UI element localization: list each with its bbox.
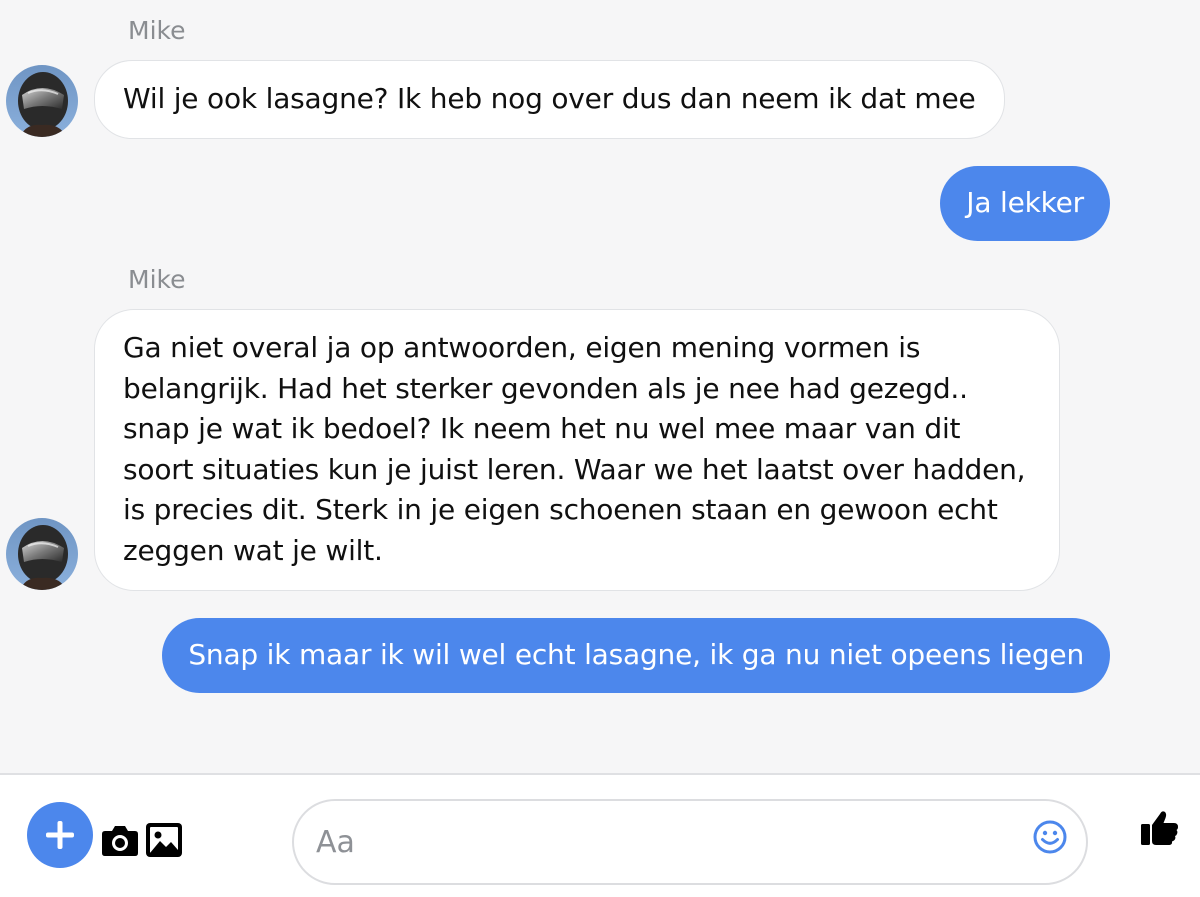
messenger-window: Mike Wil je ook lasagne? Ik heb nog over… <box>0 0 1200 897</box>
image-icon <box>146 823 182 857</box>
message-text: Ga niet overal ja op antwoorden, eigen m… <box>123 331 1026 567</box>
outgoing-message-bubble: Ja lekker <box>940 166 1110 241</box>
incoming-message-bubble: Ga niet overal ja op antwoorden, eigen m… <box>94 309 1060 591</box>
emoji-button[interactable] <box>1032 819 1068 855</box>
like-button[interactable] <box>1140 809 1180 851</box>
avatar[interactable] <box>6 518 78 590</box>
avatar-photo <box>6 65 78 137</box>
avatar[interactable] <box>6 65 78 137</box>
message-text: Wil je ook lasagne? Ik heb nog over dus … <box>123 82 976 115</box>
camera-icon <box>102 826 138 856</box>
emoji-icon <box>1033 820 1067 854</box>
composer-bar <box>0 773 1200 897</box>
thumbs-up-icon <box>1141 811 1178 845</box>
outgoing-message-bubble: Snap ik maar ik wil wel echt lasagne, ik… <box>162 618 1110 693</box>
plus-icon <box>46 821 74 849</box>
sender-name: Mike <box>128 265 186 294</box>
incoming-message-bubble: Wil je ook lasagne? Ik heb nog over dus … <box>94 60 1005 139</box>
message-text: Snap ik maar ik wil wel echt lasagne, ik… <box>188 638 1084 671</box>
avatar-photo <box>6 518 78 590</box>
message-input-box[interactable] <box>292 799 1088 885</box>
message-text: Ja lekker <box>966 186 1084 219</box>
message-input[interactable] <box>316 817 1016 867</box>
image-button[interactable] <box>145 822 183 862</box>
camera-button[interactable] <box>101 823 139 861</box>
more-actions-button[interactable] <box>27 802 93 868</box>
sender-name: Mike <box>128 16 186 45</box>
